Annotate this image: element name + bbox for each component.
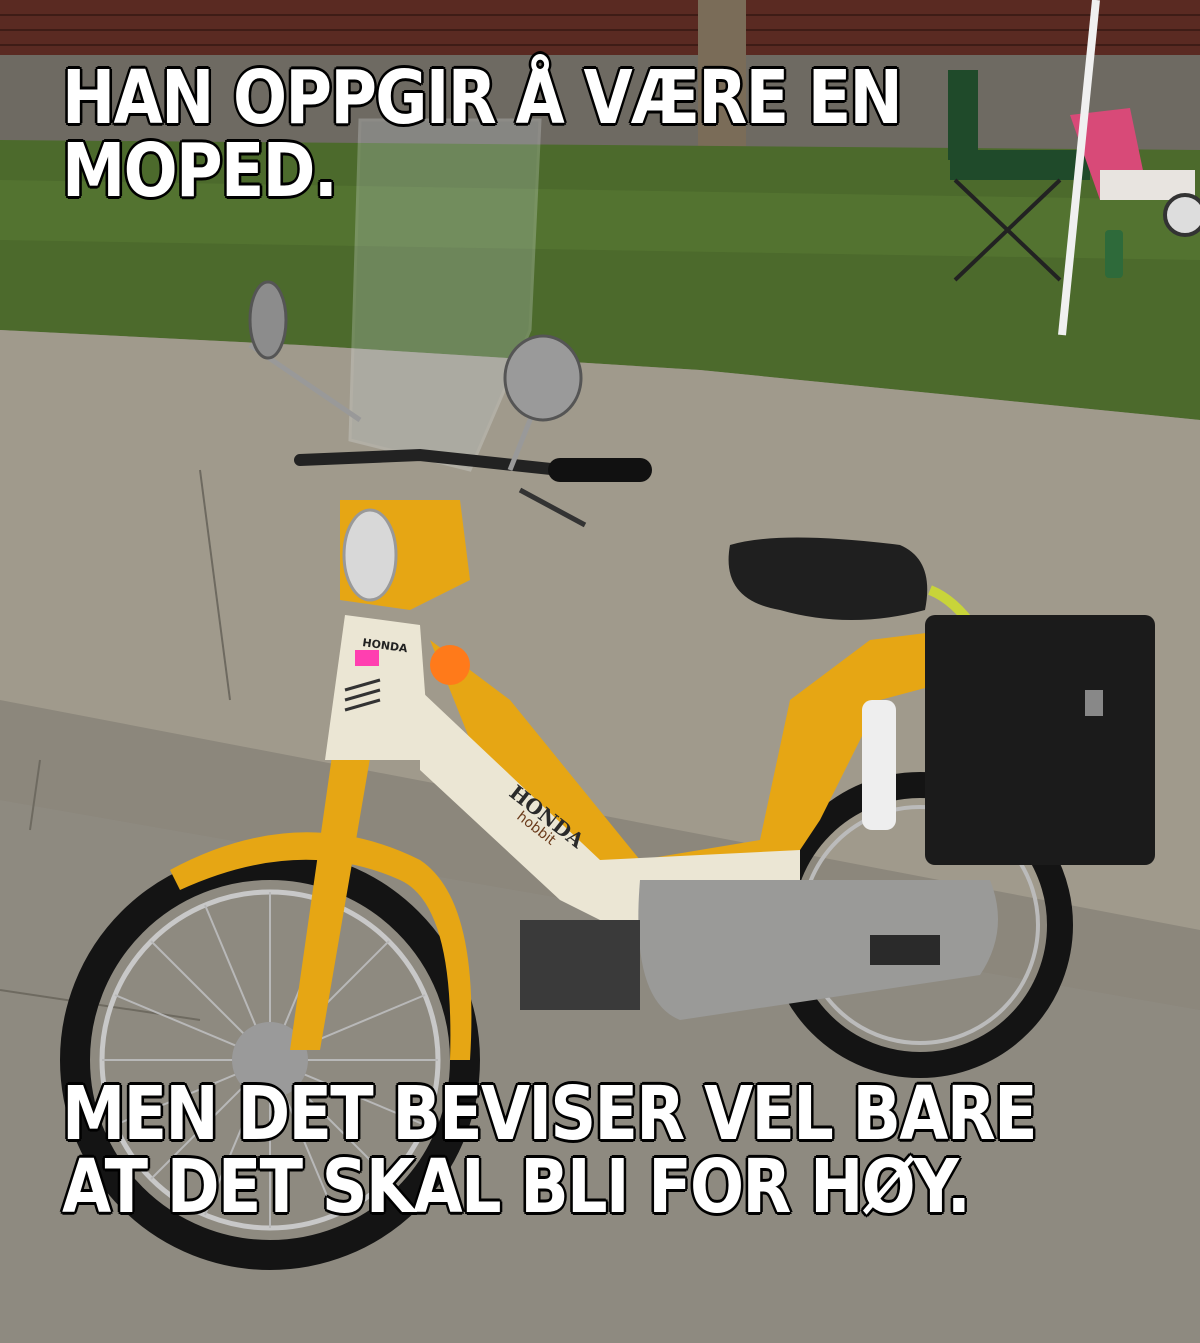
meme-image: HONDA HONDA hobbit HAN OPPGIR Å VÆRE EN … <box>0 0 1200 1343</box>
top-caption-line-1: HAN OPPGIR Å VÆRE EN <box>62 55 903 141</box>
turn-signal <box>430 645 470 685</box>
headlight <box>342 508 398 602</box>
bottle <box>1105 230 1123 278</box>
bag-latch <box>1085 690 1103 716</box>
top-caption: HAN OPPGIR Å VÆRE EN MOPED. <box>62 55 903 214</box>
cylinder <box>520 920 640 1010</box>
rear-shock <box>862 700 896 830</box>
top-caption-line-2: MOPED. <box>62 128 338 214</box>
bottom-caption: MEN DET BEVISER VEL BARE AT DET SKAL BLI… <box>62 1071 1038 1230</box>
bottom-caption-line-2: AT DET SKAL BLI FOR HØY. <box>62 1144 971 1230</box>
pink-sticker <box>355 650 379 666</box>
pedal <box>870 935 940 965</box>
bottom-caption-line-1: MEN DET BEVISER VEL BARE <box>62 1071 1038 1157</box>
saddle-bag <box>925 615 1155 865</box>
right-mirror <box>503 334 583 422</box>
left-mirror <box>248 280 288 360</box>
